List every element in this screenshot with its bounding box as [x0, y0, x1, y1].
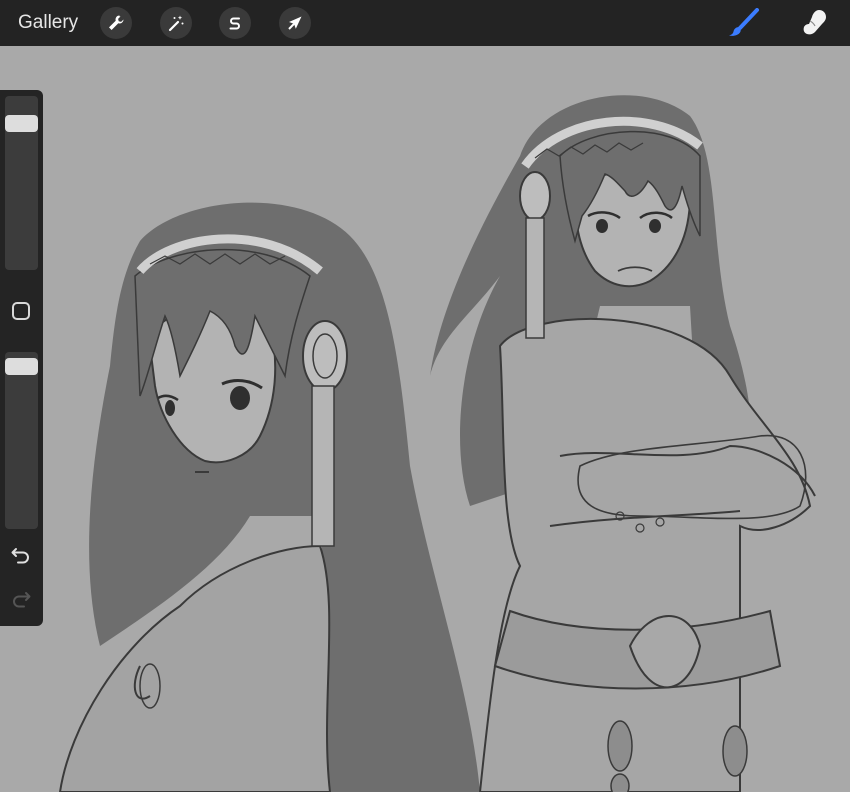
right-character-sketch — [430, 95, 816, 792]
arrow-cursor-icon — [288, 16, 302, 30]
smudge-finger-icon[interactable] — [798, 7, 830, 39]
transform-button[interactable] — [279, 7, 311, 39]
selection-button[interactable] — [219, 7, 251, 39]
selection-s-icon — [229, 17, 240, 30]
drawing-canvas[interactable] — [0, 46, 850, 792]
left-character-sketch — [58, 202, 480, 792]
top-toolbar: Gallery — [0, 0, 850, 46]
actions-button[interactable] — [100, 7, 132, 39]
wrench-icon — [109, 15, 124, 30]
adjustments-button[interactable] — [160, 7, 192, 39]
magic-wand-icon — [168, 15, 184, 32]
gallery-button[interactable]: Gallery — [18, 11, 78, 35]
paintbrush-icon[interactable] — [726, 8, 760, 38]
